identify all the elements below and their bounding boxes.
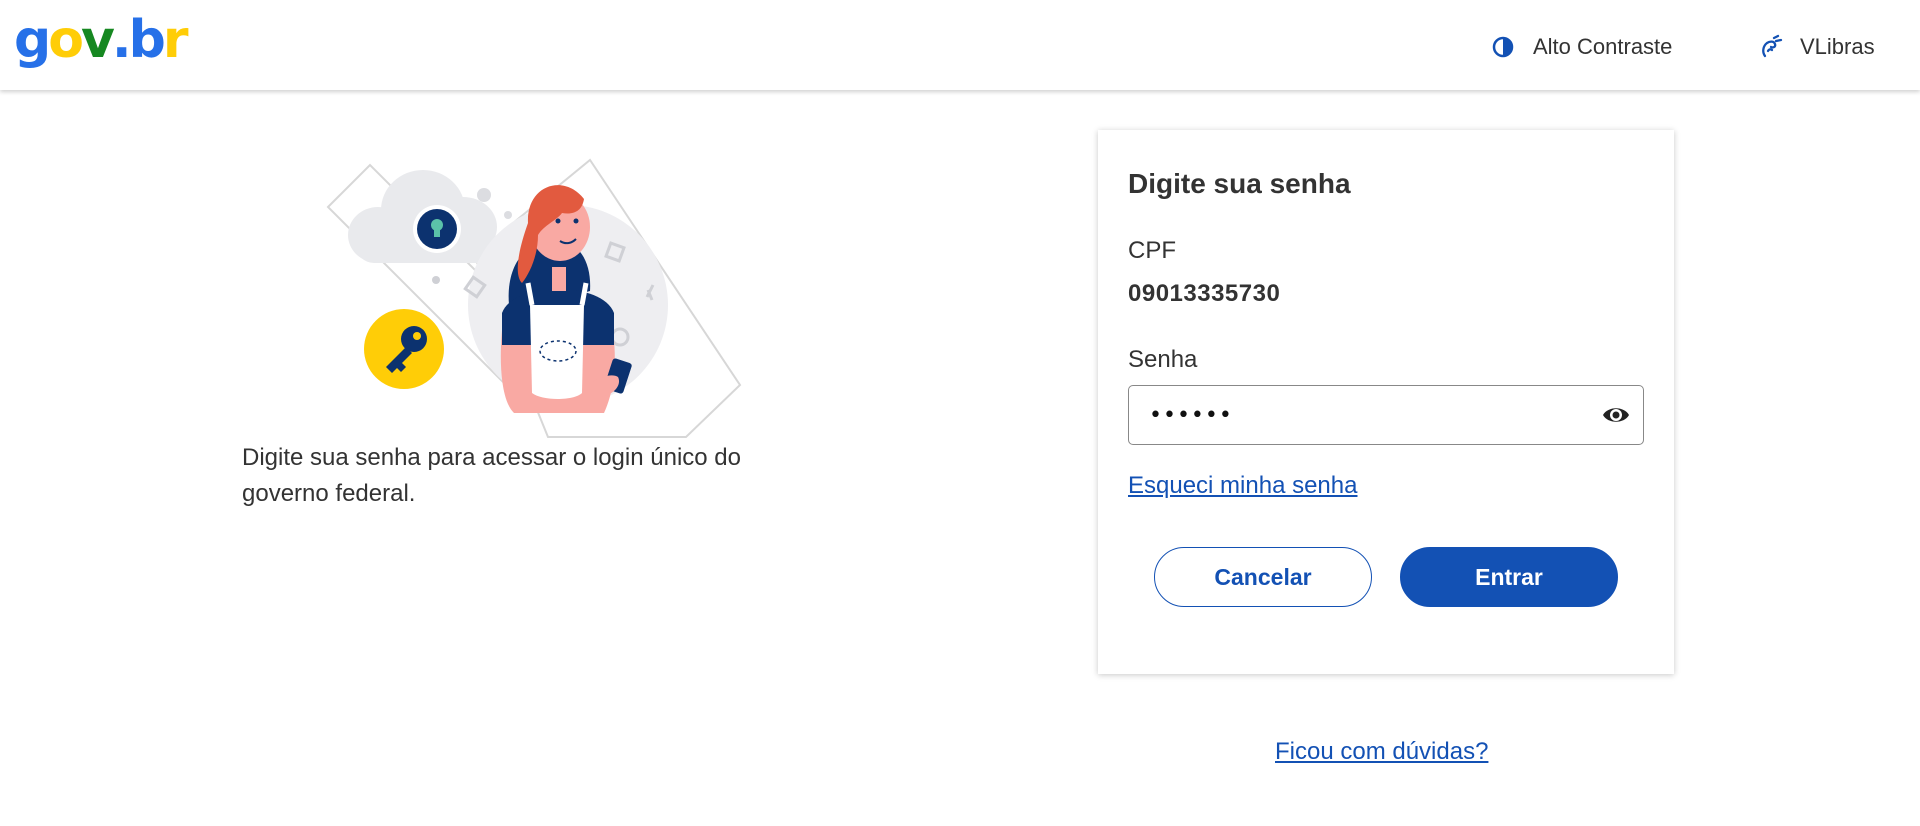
high-contrast-label: Alto Contraste [1533, 34, 1673, 59]
key-badge-icon [360, 305, 448, 393]
vlibras-button[interactable]: VLibras [1756, 30, 1875, 64]
forgot-password-link[interactable]: Esqueci minha senha [1128, 472, 1357, 500]
intro-text: Digite sua senha para acessar o login ún… [242, 444, 741, 507]
password-field[interactable] [1128, 385, 1644, 445]
login-illustration [318, 155, 748, 440]
govbr-logo[interactable]: gov.br [14, 10, 189, 70]
cancel-button[interactable]: Cancelar [1154, 547, 1372, 607]
logo-letter-b: b [128, 10, 166, 70]
password-card: Digite sua senha CPF 09013335730 Senha E… [1098, 130, 1674, 674]
password-input[interactable] [1149, 386, 1589, 444]
logo-letter-g: g [14, 10, 51, 70]
logo-dot: . [111, 10, 132, 70]
logo-letter-v: v [80, 10, 115, 70]
header-bar: gov.br Alto Contraste VLibras [0, 0, 1920, 90]
card-title: Digite sua senha [1128, 168, 1351, 199]
high-contrast-button[interactable]: Alto Contraste [1489, 30, 1672, 64]
logo-letter-o: o [48, 10, 84, 70]
logo-letter-r: r [162, 10, 189, 70]
cpf-label: CPF [1128, 237, 1176, 264]
help-link[interactable]: Ficou com dúvidas? [1275, 738, 1488, 766]
lock-badge-icon [413, 205, 461, 253]
vlibras-label: VLibras [1800, 34, 1875, 59]
cpf-value: 09013335730 [1128, 280, 1281, 307]
eye-icon[interactable] [1601, 402, 1631, 428]
enter-button[interactable]: Entrar [1400, 547, 1618, 607]
password-label: Senha [1128, 346, 1198, 373]
vlibras-hands-icon [1756, 33, 1784, 61]
contrast-icon [1489, 33, 1517, 61]
